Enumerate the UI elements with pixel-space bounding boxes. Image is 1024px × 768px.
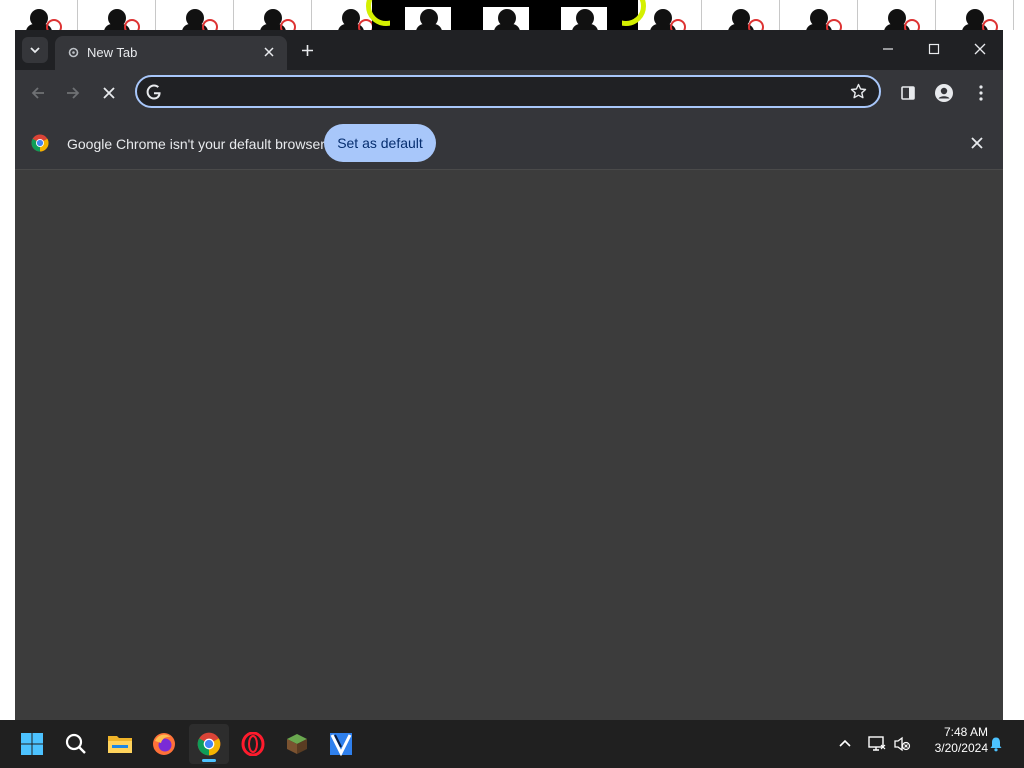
notifications-button[interactable]: [984, 732, 1008, 756]
app-button[interactable]: [321, 724, 361, 764]
wallpaper-figure: [156, 0, 234, 35]
volume-muted-icon: [894, 736, 911, 752]
bookmark-star-icon[interactable]: [850, 83, 867, 105]
page-content[interactable]: [15, 170, 1003, 720]
chevron-up-icon: [839, 739, 851, 747]
address-bar[interactable]: [135, 75, 881, 108]
show-hidden-icons-button[interactable]: [833, 732, 857, 756]
kebab-menu-icon: [979, 85, 983, 101]
wallpaper-figure: [858, 0, 936, 35]
forward-button[interactable]: [58, 78, 88, 108]
wallpaper-figure: [78, 0, 156, 35]
wallpaper-figure: [0, 0, 78, 35]
firefox-button[interactable]: [144, 724, 184, 764]
stop-loading-button[interactable]: [94, 78, 124, 108]
wallpaper-pattern: [0, 0, 1024, 35]
arrow-left-icon: [31, 87, 44, 99]
close-icon: [974, 43, 986, 55]
tab-strip: New Tab: [15, 30, 1003, 70]
search-button[interactable]: [56, 724, 96, 764]
wallpaper-figure: [546, 0, 624, 34]
side-panel-icon: [901, 86, 915, 100]
infobar-message: Google Chrome isn't your default browser: [67, 136, 325, 152]
address-input[interactable]: [173, 81, 827, 105]
profile-button[interactable]: [930, 79, 958, 107]
avatar-icon: [935, 84, 953, 102]
close-icon: [264, 47, 274, 57]
side-panel-button[interactable]: [894, 79, 922, 107]
chrome-icon: [197, 732, 221, 756]
minecraft-icon: [287, 734, 307, 754]
network-button[interactable]: [865, 732, 889, 756]
chrome-logo-icon: [31, 134, 49, 157]
arrow-right-icon: [67, 87, 80, 99]
opera-icon: [241, 732, 265, 756]
maximize-button[interactable]: [911, 30, 957, 68]
default-browser-infobar: Google Chrome isn't your default browser…: [15, 116, 1003, 170]
opera-button[interactable]: [233, 724, 273, 764]
chrome-taskbar-button[interactable]: [189, 724, 229, 764]
tab-search-button[interactable]: [22, 37, 48, 63]
bell-icon: [990, 737, 1002, 752]
clock[interactable]: 7:48 AM 3/20/2024: [918, 724, 988, 764]
tab-new-tab[interactable]: New Tab: [55, 36, 287, 70]
new-tab-icon: [67, 46, 80, 64]
plus-icon: [301, 44, 313, 56]
maximize-icon: [928, 43, 940, 55]
close-window-button[interactable]: [957, 30, 1003, 68]
network-icon: [868, 736, 886, 751]
folder-icon: [108, 736, 132, 753]
app-icon: [330, 733, 352, 756]
wallpaper-figure: [390, 0, 468, 34]
wallpaper-figure: [624, 0, 702, 35]
firefox-icon: [153, 733, 175, 755]
clock-date: 3/20/2024: [934, 741, 988, 755]
windows-start-icon: [21, 733, 43, 755]
menu-button[interactable]: [967, 79, 995, 107]
volume-button[interactable]: [890, 732, 914, 756]
taskbar: 7:48 AM 3/20/2024: [0, 720, 1024, 768]
close-icon: [103, 87, 115, 99]
browser-toolbar: [15, 70, 1003, 116]
chrome-window: New Tab Google Chrome isn't your default…: [15, 30, 1003, 720]
chevron-down-icon: [30, 47, 40, 54]
wallpaper-figure: [702, 0, 780, 35]
clock-time: 7:48 AM: [943, 725, 988, 739]
wallpaper-figure: [468, 0, 546, 34]
minimize-button[interactable]: [865, 30, 911, 68]
tab-title: New Tab: [87, 45, 138, 60]
set-as-default-button[interactable]: Set as default: [324, 124, 436, 162]
start-button[interactable]: [12, 724, 52, 764]
wallpaper-figure: [234, 0, 312, 35]
minimize-icon: [883, 48, 893, 50]
new-tab-button[interactable]: [295, 38, 319, 62]
active-indicator: [202, 759, 216, 762]
search-icon: [65, 733, 86, 754]
back-button[interactable]: [23, 78, 53, 108]
wallpaper-figure: [936, 0, 1014, 35]
file-explorer-button[interactable]: [100, 724, 140, 764]
google-icon: [145, 83, 163, 101]
infobar-close-button[interactable]: [967, 133, 987, 153]
tab-close-button[interactable]: [259, 42, 279, 62]
minecraft-button[interactable]: [277, 724, 317, 764]
wallpaper-figure: [780, 0, 858, 35]
close-icon: [971, 137, 983, 149]
